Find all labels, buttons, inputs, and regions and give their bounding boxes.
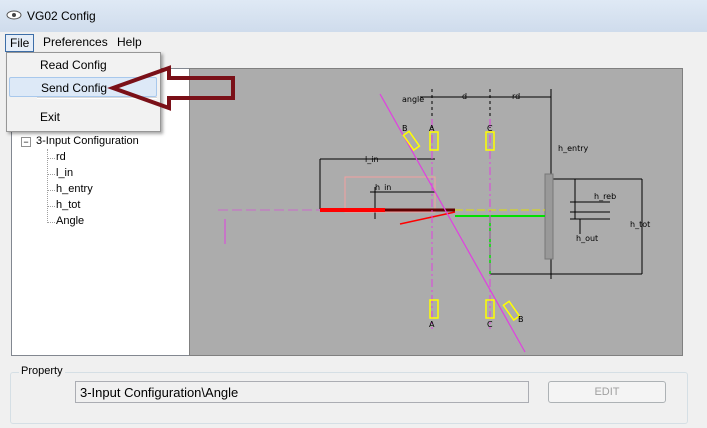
label-d: d	[462, 92, 467, 101]
tree-guide-line	[47, 174, 55, 175]
label-b-top: B	[402, 124, 408, 133]
tree-node-h-entry[interactable]: h_entry	[56, 183, 93, 195]
configuration-diagram: angle d rd l_in h_in h_entry h_reb h_out…	[189, 68, 683, 356]
pointer-arrow-icon	[107, 65, 235, 111]
label-c-bottom: C	[487, 320, 493, 329]
label-h-in: h_in	[375, 183, 391, 192]
title-bar: VG02 Config	[0, 0, 707, 33]
tree-guide-line	[47, 206, 55, 207]
diagram-svg: angle d rd l_in h_in h_entry h_reb h_out…	[218, 89, 650, 353]
tree-node-rd[interactable]: rd	[56, 151, 66, 163]
tree-node-angle[interactable]: Angle	[56, 215, 84, 227]
target-plate	[544, 173, 554, 260]
label-angle: angle	[402, 95, 424, 104]
label-h-out: h_out	[576, 234, 598, 243]
collapse-toggle-icon[interactable]: −	[21, 137, 31, 147]
edit-button[interactable]: EDIT	[548, 381, 666, 403]
label-h-tot: h_tot	[630, 220, 650, 229]
property-group-label: Property	[19, 365, 65, 377]
label-c-top: C	[487, 124, 493, 133]
label-b-bottom: B	[518, 315, 524, 324]
menu-bar: File Preferences Help	[0, 32, 707, 52]
sensor-a-bottom	[429, 299, 439, 319]
label-h-reb: h_reb	[594, 192, 616, 201]
label-h-entry: h_entry	[558, 144, 588, 153]
sensor-a-top	[429, 131, 439, 151]
tree-guide-line	[47, 222, 55, 223]
tree-guide-line	[47, 190, 55, 191]
tree-node-l-in[interactable]: l_in	[56, 167, 73, 179]
tree-node-h-tot[interactable]: h_tot	[56, 199, 80, 211]
tree-guide-line	[47, 158, 55, 159]
label-l-in: l_in	[365, 155, 379, 164]
tree-root-node[interactable]: 3-Input Configuration	[36, 135, 139, 147]
eye-icon	[6, 10, 22, 20]
property-value-field[interactable]: 3-Input Configuration\Angle	[75, 381, 529, 403]
menu-preferences[interactable]: Preferences	[39, 34, 112, 50]
menu-file[interactable]: File	[5, 34, 35, 52]
label-a-top: A	[429, 124, 435, 133]
label-rd: rd	[512, 92, 520, 101]
label-a-bottom: A	[429, 320, 435, 329]
menu-help[interactable]: Help	[113, 34, 146, 50]
tree-guide-line	[47, 149, 48, 223]
window-title: VG02 Config	[27, 9, 96, 23]
